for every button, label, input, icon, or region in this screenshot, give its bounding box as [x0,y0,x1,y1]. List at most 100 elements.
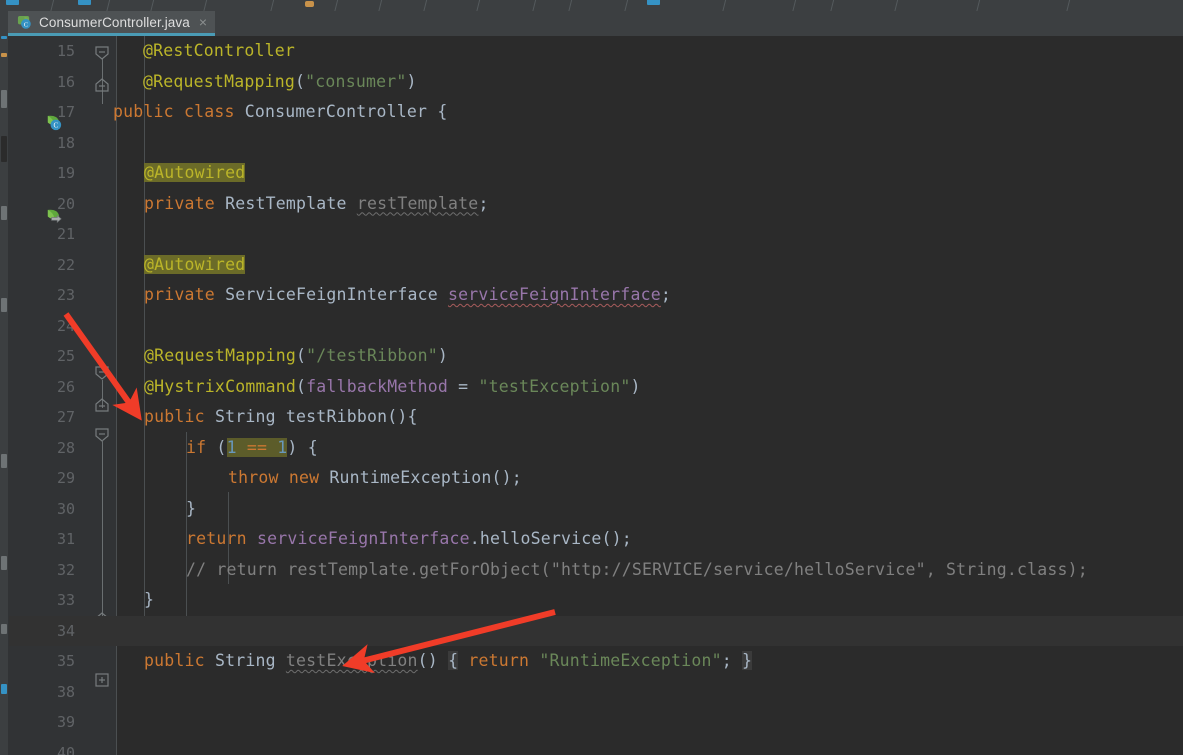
toolbar-strip-cutoff[interactable] [0,0,1183,11]
editor-tab-bar: C ConsumerController.java × [0,11,1183,36]
line-number: 19 [56,164,75,182]
code-line-20[interactable]: 20 private RestTemplate restTemplate; [9,189,1183,220]
code-text[interactable]: @RequestMapping("consumer") [143,67,417,98]
toolbar-separator [976,0,981,11]
rail-mark [1,90,7,108]
code-line-17[interactable]: 17 public class ConsumerController { [9,97,1183,128]
line-number: 39 [56,713,75,731]
annotation-requestmapping: @RequestMapping [144,346,297,365]
rail-mark-info [1,684,7,694]
code-text[interactable]: throw new RuntimeException(); [228,463,522,494]
toolbar-icon-4[interactable] [647,0,660,5]
svg-text:C: C [24,21,28,28]
line-number: 24 [56,316,75,335]
code-line-28[interactable]: 28 if (1 == 1) { [9,433,1183,464]
field-resttemplate: restTemplate [356,193,479,213]
toolbar-separator [1066,0,1071,11]
code-text[interactable]: return serviceFeignInterface.helloServic… [186,524,632,555]
code-line-21[interactable]: 21 [9,219,1183,250]
toolbar-icon-2[interactable] [78,0,91,5]
code-line-35[interactable]: 35 public String testException() { retur… [9,646,1183,677]
rail-mark [1,298,7,312]
code-line-19[interactable]: 19 @Autowired [9,158,1183,189]
field-servicefeigninterface: serviceFeignInterface [256,529,470,548]
code-line-16[interactable]: 16 @RequestMapping("consumer") [9,67,1183,98]
code-text[interactable]: private ServiceFeignInterface serviceFei… [144,280,671,311]
code-line-38[interactable]: 38 [9,677,1183,708]
code-line-29[interactable]: 29 throw new RuntimeException(); [9,463,1183,494]
code-line-26[interactable]: 26 @HystrixCommand(fallbackMethod = "tes… [9,372,1183,403]
annotation-autowired: @Autowired [144,254,246,274]
code-line-31[interactable]: 31 return serviceFeignInterface.helloSer… [9,524,1183,555]
java-class-icon: C [17,15,31,29]
line-number: 35 [56,652,75,670]
toolbar-separator [624,0,629,11]
code-text[interactable]: private RestTemplate restTemplate; [144,189,489,220]
code-text[interactable]: @Autowired [144,158,246,189]
param-fallbackmethod: fallbackMethod [306,376,449,396]
code-line-15[interactable]: 15 @RestController [9,36,1183,67]
left-tool-rail[interactable] [0,36,9,755]
code-text[interactable]: @RequestMapping("/testRibbon") [144,341,448,372]
code-text[interactable]: } [186,494,196,525]
code-line-33[interactable]: 33 } [9,585,1183,616]
annotation-restcontroller: @RestController [143,41,296,60]
line-number: 18 [56,133,75,152]
code-line-39[interactable]: 39 [9,707,1183,738]
code-text[interactable]: } [144,585,154,616]
folded-brace-open[interactable]: { [448,651,459,670]
toolbar-separator [150,0,155,11]
toolbar-separator [568,0,573,11]
code-line-23[interactable]: 23 private ServiceFeignInterface service… [9,280,1183,311]
method-helloservice: helloService [479,529,602,548]
toolbar-separator [830,0,835,11]
string-runtimeexception: "RuntimeException" [539,651,722,670]
rail-mark [1,136,7,162]
line-number: 16 [56,72,75,91]
toolbar-icon-1[interactable] [6,0,19,5]
string-testribbon: "/testRibbon" [306,346,438,365]
close-icon[interactable]: × [199,15,207,29]
type-consumercontroller: ConsumerController [244,102,428,121]
line-number: 34 [56,621,75,640]
type-servicefeigninterface: ServiceFeignInterface [225,285,438,304]
code-line-18[interactable]: 18 [9,128,1183,159]
code-line-27[interactable]: 27 public String testRibbon(){ [9,402,1183,433]
code-text[interactable]: public String testRibbon(){ [144,402,418,433]
code-line-24[interactable]: 24 [9,311,1183,342]
tab-consumer-controller-java[interactable]: C ConsumerController.java × [8,11,216,36]
toolbar-separator [476,0,481,11]
type-resttemplate: RestTemplate [225,193,347,213]
toolbar-separator [722,0,727,11]
toolbar-separator [792,0,797,11]
folded-brace-close[interactable]: } [742,651,753,670]
toolbar-separator [378,0,383,11]
code-text[interactable]: public String testException() { return "… [144,646,753,677]
code-text[interactable]: @HystrixCommand(fallbackMethod = "testEx… [144,372,641,403]
code-text[interactable]: @Autowired [144,250,246,281]
code-line-22[interactable]: 22 @Autowired [9,250,1183,281]
code-line-40[interactable]: 40 [9,738,1183,755]
code-text[interactable]: if (1 == 1) { [186,433,318,464]
code-editor[interactable]: C 15 @RestController 16 @RequestMapping(… [9,36,1183,755]
toolbar-icon-3[interactable] [305,1,314,7]
code-line-30[interactable]: 30 } [9,494,1183,525]
line-number: 29 [56,469,75,487]
type-runtimeexception: RuntimeException [329,468,492,487]
line-number: 30 [56,499,75,518]
rail-mark-warning [1,53,7,57]
rail-mark [1,624,7,634]
code-text[interactable]: @RestController [143,36,295,67]
rail-mark [1,556,7,570]
code-line-32[interactable]: 32 // return restTemplate.getForObject("… [9,555,1183,586]
toolbar-separator [423,0,428,11]
toolbar-separator [532,0,537,11]
code-line-25[interactable]: 25 @RequestMapping("/testRibbon") [9,341,1183,372]
toolbar-separator [106,0,111,11]
annotation-hystrixcommand: @HystrixCommand [144,376,297,396]
rail-mark [1,454,7,468]
code-line-34[interactable]: 34 [9,615,1183,646]
code-text[interactable]: public class ConsumerController { [113,97,447,128]
line-number: 22 [56,255,75,274]
line-number: 31 [56,530,75,548]
